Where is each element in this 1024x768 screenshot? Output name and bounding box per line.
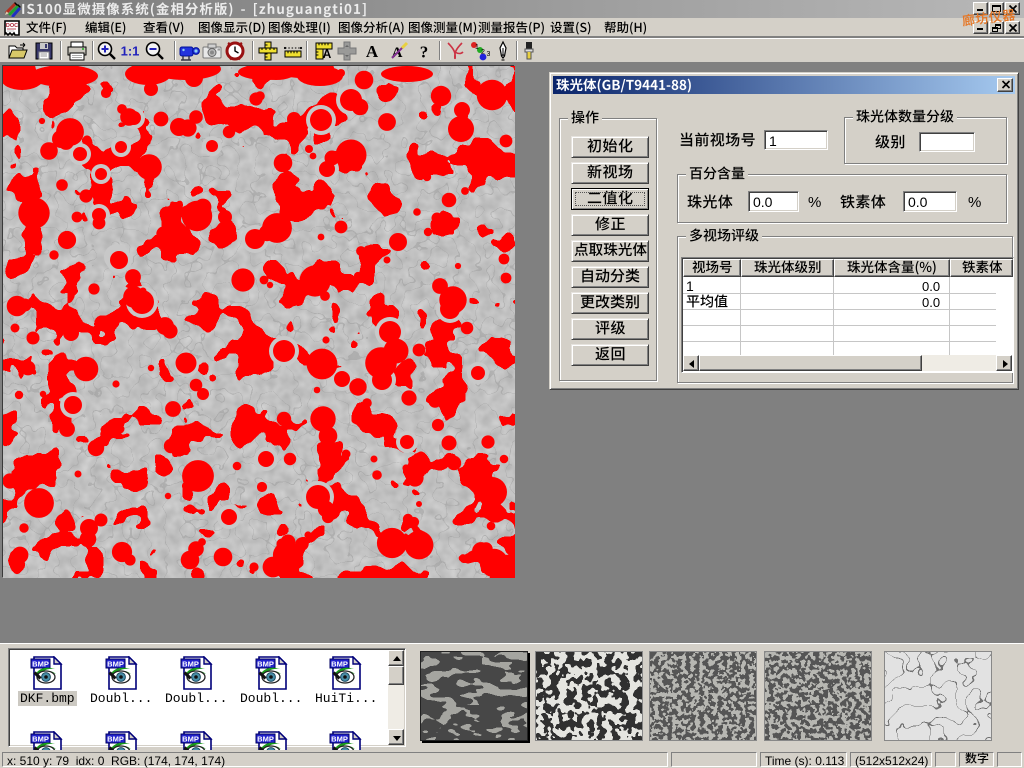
svg-text:1:1: 1:1 bbox=[121, 44, 140, 59]
svg-text:BMP: BMP bbox=[182, 735, 199, 744]
svg-text:BMP: BMP bbox=[331, 735, 348, 744]
svg-text:A: A bbox=[366, 42, 379, 61]
svg-text:DOC: DOC bbox=[6, 23, 18, 29]
svg-text:1: 1 bbox=[475, 44, 479, 51]
svg-text:BMP: BMP bbox=[107, 660, 124, 669]
svg-text:BMP: BMP bbox=[257, 735, 274, 744]
svg-text:3: 3 bbox=[487, 51, 491, 58]
svg-text:BMP: BMP bbox=[32, 735, 49, 744]
svg-text:?: ? bbox=[420, 43, 429, 62]
svg-text:BMP: BMP bbox=[257, 660, 274, 669]
svg-text:BMP: BMP bbox=[182, 660, 199, 669]
svg-text:BMP: BMP bbox=[107, 735, 124, 744]
svg-text:2: 2 bbox=[481, 49, 485, 56]
svg-text:BMP: BMP bbox=[331, 660, 348, 669]
svg-text:BMP: BMP bbox=[32, 660, 49, 669]
